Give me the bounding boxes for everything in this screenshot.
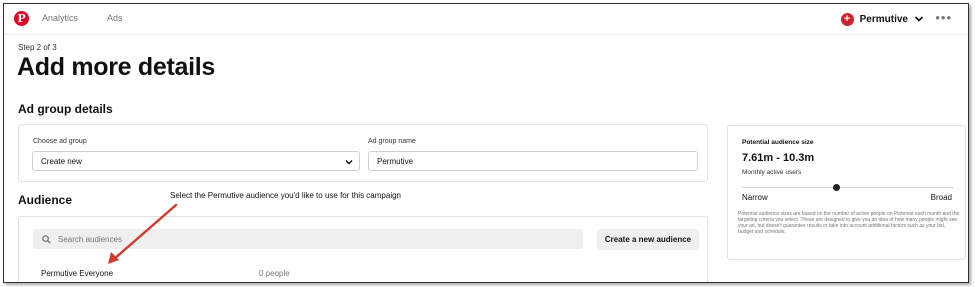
ad-group-card: Choose ad group Create new Ad group name… [18,124,708,182]
chevron-down-icon [345,160,353,165]
page-title: Add more details [17,53,216,81]
potential-audience-card: Potential audience size 7.61m - 10.3m Mo… [727,125,966,260]
ad-group-name-value: Permutive [377,157,414,166]
audience-size-slider-knob [833,184,841,191]
ad-group-name-input[interactable]: Permutive [368,151,698,171]
chevron-down-icon [914,16,924,22]
choose-ad-group-label: Choose ad group [33,138,87,145]
audience-row-name[interactable]: Permutive Everyone [41,269,113,278]
app-window: P Analytics Ads + Permutive ••• Step 2 o… [3,3,969,283]
pinterest-logo-icon[interactable]: P [14,11,29,26]
monthly-active-users-label: Monthly active users [742,169,802,176]
step-indicator: Step 2 of 3 [18,43,57,52]
create-audience-button[interactable]: Create a new audience [597,229,699,250]
ad-group-name-label: Ad group name [368,138,416,145]
account-name: Permutive [859,13,908,25]
top-nav: P Analytics Ads + Permutive ••• [4,4,968,35]
audience-heading: Audience [18,193,73,207]
search-placeholder: Search audiences [58,235,123,244]
account-switcher[interactable]: + Permutive [840,11,924,27]
ad-group-heading: Ad group details [18,102,113,116]
broad-label: Broad [930,193,952,202]
potential-audience-range: 7.61m - 10.3m [742,152,815,164]
audience-card: Search audiences Create a new audience P… [18,216,708,282]
search-icon [42,235,51,244]
narrow-label: Narrow [742,193,768,202]
nav-analytics[interactable]: Analytics [42,13,78,23]
nav-ads[interactable]: Ads [107,13,123,23]
choose-ad-group-select[interactable]: Create new [32,151,360,171]
potential-audience-label: Potential audience size [742,139,814,146]
annotation-callout: Select the Permutive audience you'd like… [170,191,401,200]
audience-size-slider-track [742,187,953,188]
audience-size-disclaimer: Potential audience sizes are based on th… [738,211,960,235]
audience-row-count: 0 people [259,269,290,278]
search-audiences-input[interactable]: Search audiences [33,229,583,249]
more-options-icon[interactable]: ••• [935,10,952,25]
choose-ad-group-value: Create new [41,157,82,166]
account-avatar-icon: + [840,12,854,26]
